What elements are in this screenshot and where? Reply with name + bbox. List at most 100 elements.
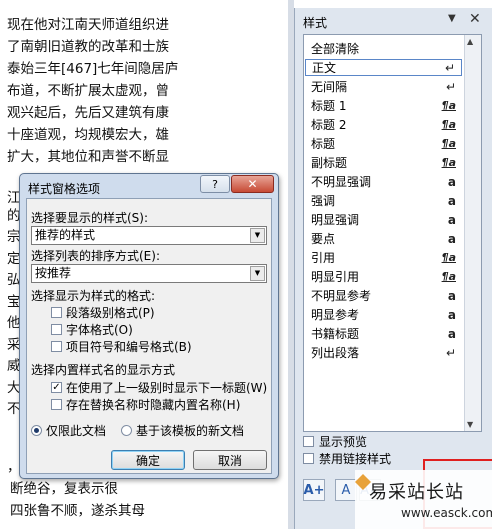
scroll-down-icon[interactable]: ▼: [467, 420, 473, 429]
doc-line: 扩大，其地位和声誉不断显: [7, 149, 169, 165]
style-item-subtitle[interactable]: 副标题 ¶a: [305, 154, 462, 171]
style-item-subtle-emphasis[interactable]: 不明显强调 a: [305, 173, 462, 190]
style-item-heading-2[interactable]: 标题 2 ¶a: [305, 116, 462, 133]
inspector-icon: A: [341, 482, 351, 498]
bullets-format-checkbox[interactable]: 项目符号和编号格式(B): [51, 338, 192, 355]
character-style-icon: a: [447, 193, 456, 208]
sort-order-label: 选择列表的排序方式(E):: [31, 249, 160, 263]
doc-line: 观兴起后，先后又建筑有康: [7, 105, 169, 121]
style-item-label: 无间隔: [311, 80, 348, 94]
checkbox-box[interactable]: [51, 399, 62, 410]
character-style-icon: a: [447, 307, 456, 322]
checkbox-box[interactable]: [51, 324, 62, 335]
dropdown-arrow-icon[interactable]: ▼: [448, 13, 456, 24]
checkbox-box[interactable]: [303, 453, 314, 464]
style-item-title[interactable]: 标题 ¶a: [305, 135, 462, 152]
scroll-up-icon[interactable]: ▲: [467, 37, 473, 46]
style-list-scrollbar[interactable]: ▲ ▼: [464, 35, 481, 431]
ok-button[interactable]: 确定: [111, 450, 185, 470]
radio-selected[interactable]: [31, 425, 42, 436]
sort-order-dropdown[interactable]: 按推荐 ▼: [31, 264, 267, 283]
close-icon: ✕: [247, 177, 258, 191]
style-item-emphasis[interactable]: 强调 a: [305, 192, 462, 209]
chevron-down-icon[interactable]: ▼: [250, 266, 265, 281]
watermark-url: www.easck.com: [401, 506, 492, 520]
checkbox-checked[interactable]: ✓: [51, 382, 62, 393]
linked-style-icon: ¶a: [441, 270, 456, 283]
style-item-label: 书籍标题: [311, 327, 360, 341]
show-preview-checkbox[interactable]: 显示预览: [303, 433, 367, 450]
doc-line: 十座道观，均规模宏大，雄: [7, 127, 169, 143]
help-icon: ?: [212, 177, 218, 191]
show-next-heading-checkbox[interactable]: ✓ 在使用了上一级别时显示下一标题(W): [51, 379, 267, 396]
style-item-strong[interactable]: 要点 a: [305, 230, 462, 247]
doc-line: 泰始三年[467]七年间隐居庐: [7, 61, 179, 77]
linked-style-icon: ¶a: [441, 156, 456, 169]
checkbox-box[interactable]: [51, 341, 62, 352]
dialog-close-button[interactable]: ✕: [231, 175, 274, 193]
dialog-body: 选择要显示的样式(S): 推荐的样式 ▼ 选择列表的排序方式(E): 按推荐 ▼…: [26, 198, 272, 474]
bullets-format-label: 项目符号和编号格式(B): [66, 340, 192, 354]
linked-style-icon: ¶a: [441, 118, 456, 131]
new-style-button[interactable]: A+: [303, 479, 325, 501]
dialog-title: 样式窗格选项: [28, 182, 101, 196]
disable-linked-styles-label: 禁用链接样式: [319, 452, 392, 466]
style-item-label: 明显引用: [311, 270, 360, 284]
font-format-checkbox[interactable]: 字体格式(O): [51, 321, 133, 338]
style-inspector-button[interactable]: A: [335, 479, 357, 501]
style-item-label: 引用: [311, 251, 336, 265]
checkbox-box[interactable]: [51, 307, 62, 318]
doc-line: 布道，不断扩展太虚观，曾: [7, 83, 169, 99]
ok-label: 确定: [135, 453, 160, 468]
paragraph-mark-icon: ↵: [445, 79, 456, 94]
style-item-label: 强调: [311, 194, 336, 208]
help-button[interactable]: ?: [200, 175, 230, 193]
styles-pane-title: 样式: [303, 16, 328, 30]
format-label: 选择显示为样式的格式:: [31, 289, 156, 303]
checkbox-box[interactable]: [303, 436, 314, 447]
style-item-label: 要点: [311, 232, 336, 246]
paragraph-format-checkbox[interactable]: 段落级别格式(P): [51, 304, 155, 321]
style-item-subtle-reference[interactable]: 不明显参考 a: [305, 287, 462, 304]
doc-line: 现在他对江南天师道组织进: [7, 17, 169, 33]
builtin-names-label: 选择内置样式名的显示方式: [31, 363, 176, 377]
style-item-heading-1[interactable]: 标题 1 ¶a: [305, 97, 462, 114]
style-item-list-paragraph[interactable]: 列出段落 ↵: [305, 344, 462, 361]
hide-builtin-name-checkbox[interactable]: 存在替换名称时隐藏内置名称(H): [51, 396, 240, 413]
style-item-label: 标题 1: [311, 99, 347, 113]
style-item-book-title[interactable]: 书籍标题 a: [305, 325, 462, 342]
style-item-intense-reference[interactable]: 明显参考 a: [305, 306, 462, 323]
paragraph-mark-icon: ↵: [445, 345, 456, 360]
style-item-clear-all[interactable]: 全部清除: [305, 40, 462, 57]
chevron-down-icon[interactable]: ▼: [250, 228, 265, 243]
radio-template-documents[interactable]: 基于该模板的新文档: [121, 422, 244, 439]
style-item-quote[interactable]: 引用 ¶a: [305, 249, 462, 266]
radio-template-label: 基于该模板的新文档: [136, 424, 245, 438]
style-item-normal[interactable]: 正文 ↵: [305, 59, 462, 76]
style-item-label: 明显强调: [311, 213, 360, 227]
font-format-label: 字体格式(O): [66, 323, 133, 337]
style-list: 全部清除 正文 ↵ 无间隔 ↵ 标题 1 ¶a 标题 2 ¶a 标题 ¶a 副标…: [303, 34, 482, 432]
cancel-button[interactable]: 取消: [193, 450, 267, 470]
radio-this-document[interactable]: 仅限此文档: [31, 422, 106, 439]
select-styles-dropdown[interactable]: 推荐的样式 ▼: [31, 226, 267, 245]
style-pane-options-dialog: 样式窗格选项 ? ✕ 选择要显示的样式(S): 推荐的样式 ▼ 选择列表的排序方…: [19, 173, 279, 479]
doc-line: 断绝谷，复表示很: [10, 481, 118, 497]
show-preview-label: 显示预览: [319, 435, 368, 449]
style-item-intense-emphasis[interactable]: 明显强调 a: [305, 211, 462, 228]
doc-line: 四张鲁不顺，遂杀其母: [10, 503, 145, 519]
character-style-icon: a: [447, 212, 456, 227]
watermark: 易采站长站 www.easck.com: [355, 470, 492, 529]
radio-unselected[interactable]: [121, 425, 132, 436]
character-style-icon: a: [447, 326, 456, 341]
character-style-icon: a: [447, 174, 456, 189]
close-icon[interactable]: ✕: [469, 11, 481, 27]
style-item-label: 正文: [312, 61, 337, 75]
doc-line: 了南朝旧道教的改革和士族: [7, 39, 169, 55]
select-styles-value: 推荐的样式: [35, 228, 96, 242]
style-item-label: 标题: [311, 137, 336, 151]
style-item-intense-quote[interactable]: 明显引用 ¶a: [305, 268, 462, 285]
style-item-no-spacing[interactable]: 无间隔 ↵: [305, 78, 462, 95]
disable-linked-styles-checkbox[interactable]: 禁用链接样式: [303, 450, 391, 467]
styles-pane-header: 样式 ▼ ✕: [295, 8, 492, 32]
